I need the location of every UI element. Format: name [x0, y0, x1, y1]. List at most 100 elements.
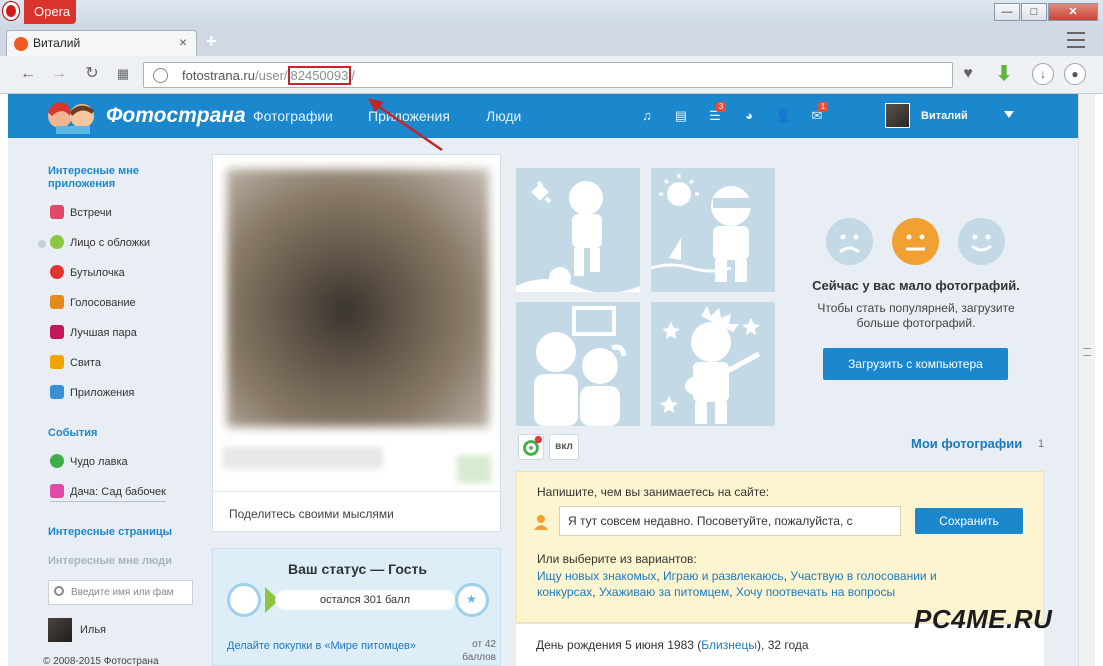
minimize-button[interactable]: — [994, 3, 1020, 21]
retinue-crown-icon [50, 355, 64, 369]
medal-icon [50, 235, 64, 249]
forward-button[interactable]: → [48, 64, 70, 84]
sidebar-item-bottle[interactable]: Бутылочка [50, 263, 125, 283]
my-photos-count: 1 [1038, 438, 1045, 450]
sidebar-pages-heading[interactable]: Интересные страницы [48, 526, 172, 539]
messages-icon[interactable]: ✉ 1 [809, 102, 828, 124]
reload-button[interactable]: ↻ [81, 64, 103, 84]
download-arrow-icon[interactable]: ⬇ [993, 63, 1015, 85]
placeholder-photo-beach[interactable] [650, 168, 775, 292]
star-icon: ★ [466, 592, 477, 606]
sidebar-item-meetings[interactable]: Встречи [50, 203, 112, 223]
people-search-input[interactable]: Введите имя или фам [48, 580, 193, 605]
fotostrana-favicon-icon [14, 37, 28, 51]
copyright: © 2008-2015 Фотострана [43, 656, 159, 666]
search-icon [54, 586, 64, 596]
placeholder-photo-guitar[interactable] [651, 302, 775, 426]
site-info-icon[interactable] [153, 68, 168, 83]
list-icon[interactable]: ☰ 3 [707, 102, 726, 124]
scrollbar-grip-icon[interactable] [1083, 348, 1091, 356]
person-icon [534, 515, 548, 530]
watermark: PC4ME.RU [914, 604, 1053, 634]
sidebar-item-wonder-shop[interactable]: Чудо лавка [50, 452, 128, 472]
address-bar[interactable]: fotostrana.ru/user/82450093/ [143, 62, 953, 88]
sidebar-item-best-couple[interactable]: Лучшая пара [50, 323, 137, 343]
sidebar-item-apps[interactable]: Приложения [50, 383, 134, 403]
activity-options-label: Или выберите из вариантов: [537, 552, 697, 566]
save-button[interactable]: Сохранить [915, 508, 1023, 534]
friend-avatar[interactable] [48, 618, 72, 642]
swirl-status-icon[interactable] [518, 434, 544, 460]
status-title: Ваш статус — Гость [288, 561, 427, 577]
sidebar-apps-heading[interactable]: Интересные мне приложения [48, 165, 168, 191]
status-progress-bar: остался 301 балл [275, 590, 455, 610]
bookmark-heart-icon[interactable]: ♥ [957, 63, 979, 85]
maximize-button[interactable]: □ [1021, 3, 1047, 21]
browser-toolbar: ← → ↻ ▦ fotostrana.ru/user/82450093/ ♥ ⬇… [0, 56, 1103, 94]
option-answer-questions[interactable]: Хочу поотвечать на вопросы [736, 585, 895, 599]
few-photos-title: Сейчас у вас мало фотографий. [812, 278, 1020, 293]
activity-panel: Напишите, чем вы занимаетесь на сайте: Я… [516, 471, 1044, 623]
activity-options: Ищу новых знакомых, Играю и развлекаюсь,… [537, 569, 937, 599]
back-button[interactable]: ← [17, 64, 39, 84]
page-viewport: Фотострана Фотографии Приложения Люди ♫ … [8, 94, 1078, 666]
option-play[interactable]: Играю и развлекаюсь [663, 569, 784, 583]
few-photos-subtitle: Чтобы стать популярней, загрузите больше… [817, 301, 1015, 330]
site-logo-text[interactable]: Фотострана [106, 104, 246, 128]
speed-dial-icon[interactable]: ▦ [112, 64, 134, 84]
url-text: fotostrana.ru/user/82450093/ [182, 66, 355, 85]
share-thoughts-input[interactable]: Поделитесь своими мыслями [229, 507, 394, 521]
tab-close-icon[interactable]: × [179, 34, 187, 50]
option-new-friends[interactable]: Ищу новых знакомых [537, 569, 656, 583]
activity-question: Напишите, чем вы занимаетесь на сайте: [537, 485, 770, 499]
games-icon[interactable]: ◕ [741, 108, 757, 124]
zodiac-link[interactable]: Близнецы [701, 638, 757, 652]
sidebar-item-retinue[interactable]: Свита [50, 353, 101, 373]
nav-people[interactable]: Люди [486, 108, 521, 124]
sidebar-item-butterfly-garden[interactable]: Дача: Сад бабочек [50, 482, 166, 502]
account-icon[interactable]: ● [1064, 63, 1086, 85]
placeholder-photo-couple[interactable] [516, 302, 640, 426]
happy-face-icon [958, 218, 1005, 265]
vk-toggle-button[interactable]: вкл [549, 434, 579, 460]
activity-input[interactable]: Я тут совсем недавно. Посоветуйте, пожал… [559, 506, 901, 536]
status-progress-text: остался 301 балл [320, 594, 410, 606]
friend-name[interactable]: Илья [80, 624, 106, 636]
sidebar-item-cover-face[interactable]: Лицо с обложки [50, 233, 150, 253]
crown-icon [50, 295, 64, 309]
divider [213, 491, 502, 492]
profile-photo[interactable] [227, 169, 489, 427]
heart-bottle-icon [50, 265, 64, 279]
meetings-icon [50, 205, 64, 219]
page-scrollbar[interactable] [1078, 94, 1095, 666]
status-points: от 42 баллов [462, 639, 496, 663]
sidebar-item-voting[interactable]: Голосование [50, 293, 136, 313]
my-photos-link[interactable]: Мои фотографии [911, 436, 1022, 451]
placeholder-photo-football[interactable] [516, 168, 640, 293]
close-window-button[interactable]: ✕ [1048, 3, 1098, 21]
new-tab-button[interactable]: + [206, 31, 217, 52]
user-menu-chevron-down-icon[interactable] [1004, 111, 1014, 118]
user-name[interactable]: Виталий [921, 110, 968, 122]
gamepad-icon [50, 385, 64, 399]
friends-icon[interactable]: 👤 [775, 108, 791, 124]
feed-icon[interactable]: ▤ [673, 108, 689, 124]
browser-menu-icon[interactable] [1067, 32, 1085, 48]
sidebar-events-heading[interactable]: События [48, 427, 97, 440]
tab-active[interactable]: Виталий × [6, 30, 197, 56]
annotation-arrow-icon [368, 98, 443, 152]
nav-photos[interactable]: Фотографии [253, 108, 333, 124]
fotostrana-logo-icon [48, 102, 94, 134]
option-pet[interactable]: Ухаживаю за питомцем [599, 585, 729, 599]
url-user-id: 82450093 [287, 66, 352, 85]
downloads-icon[interactable]: ↓ [1032, 63, 1054, 85]
status-card: Ваш статус — Гость остался 301 балл ★ Де… [212, 548, 501, 666]
profile-photo-card: Поделитесь своими мыслями [212, 154, 502, 532]
music-icon[interactable]: ♫ [639, 108, 655, 124]
blurred-badge [457, 455, 491, 483]
user-avatar[interactable] [885, 103, 910, 128]
upload-from-computer-button[interactable]: Загрузить с компьютера [823, 348, 1008, 380]
opera-menu-button[interactable]: Opera [24, 0, 76, 24]
pets-world-link[interactable]: Делайте покупки в «Мире питомцев» [227, 640, 416, 652]
swirl-icon [50, 454, 64, 468]
